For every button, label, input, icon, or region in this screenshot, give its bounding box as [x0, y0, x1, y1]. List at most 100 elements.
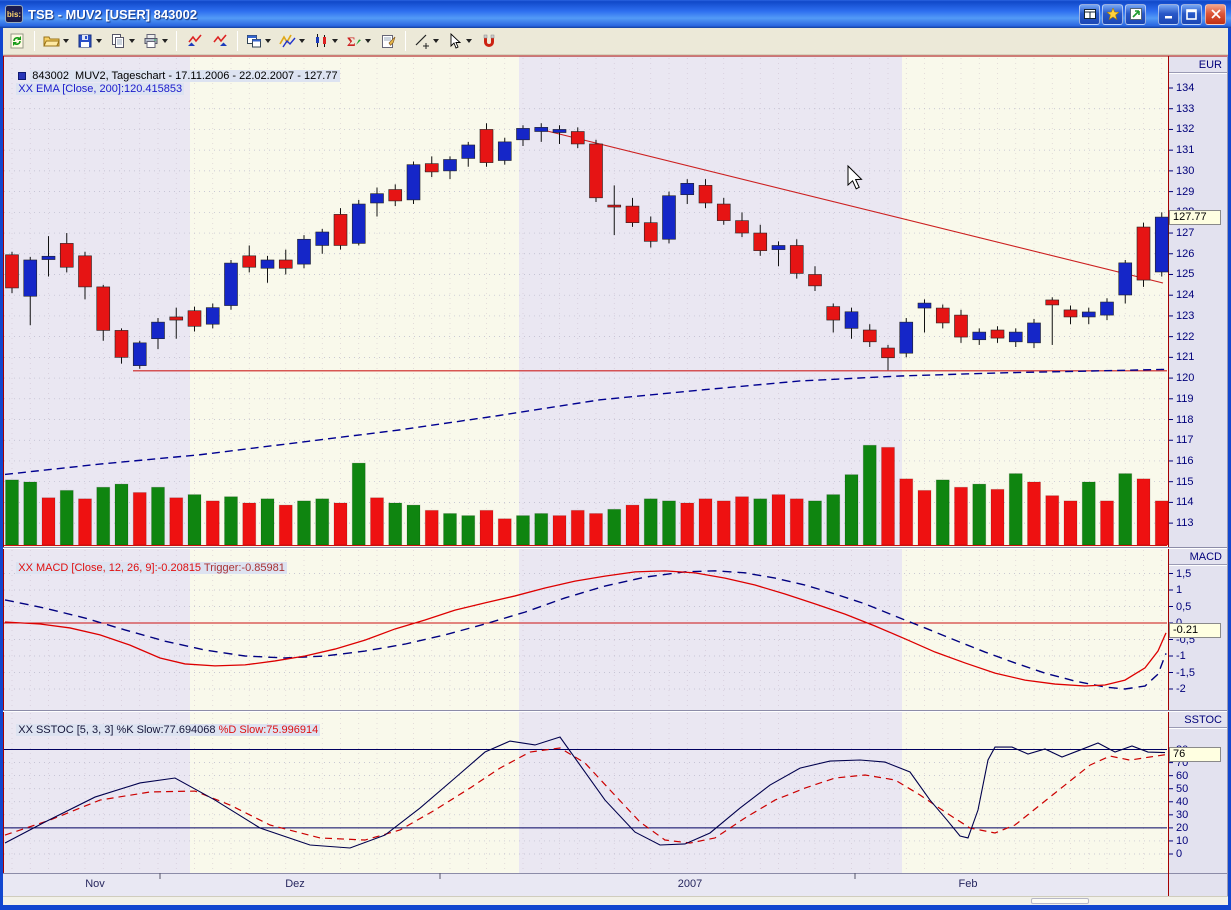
macd-axis-label: -1,5 — [1176, 666, 1195, 679]
price-axis-label: 123 — [1176, 309, 1195, 322]
chart-windows-button[interactable] — [243, 30, 274, 53]
favorite-star-icon — [1106, 8, 1119, 20]
external-chart-button[interactable] — [1125, 3, 1146, 25]
template-page-icon — [380, 33, 396, 49]
macd-axis-label: -2 — [1176, 683, 1186, 695]
draw-candles-icon — [313, 33, 329, 49]
open-button[interactable] — [40, 30, 72, 53]
dropdown-caret — [299, 39, 305, 43]
price-axis-label: 133 — [1176, 102, 1195, 115]
scrollbar-thumb[interactable] — [1031, 898, 1089, 904]
macd-axis-label: 1,5 — [1176, 567, 1192, 580]
close-icon — [1210, 9, 1221, 19]
dropdown-caret — [365, 39, 371, 43]
draw-candles-button[interactable] — [310, 30, 341, 53]
maximize-icon — [1186, 8, 1197, 20]
cursor-tool-button[interactable] — [444, 30, 475, 53]
price-axis-title: EUR — [1169, 57, 1227, 73]
ema-indicator-label: XX EMA [Close, 200]:120.415853 — [16, 83, 185, 95]
dropdown-caret — [433, 39, 439, 43]
time-axis — [3, 873, 1168, 896]
sstoc-k-label: XX SSTOC [5, 3, 3] %K Slow:77.694068 — [18, 724, 216, 736]
window-layout-button[interactable] — [1079, 3, 1100, 25]
minimize-icon — [1164, 9, 1174, 19]
application-window: bis: TSB - MUV2 [USER] 843002 Σ 843002 M… — [0, 0, 1231, 910]
copy-button[interactable] — [107, 30, 138, 53]
svg-text:Σ: Σ — [347, 34, 356, 49]
titlebar[interactable]: bis: TSB - MUV2 [USER] 843002 — [0, 0, 1231, 28]
toolbar-separator — [237, 31, 238, 51]
price-axis-label: 117 — [1176, 434, 1194, 447]
save-disk-icon — [77, 33, 93, 49]
sigma-icon: Σ — [346, 33, 362, 49]
printer-icon — [143, 33, 159, 49]
month-band — [902, 711, 1168, 873]
refresh-button[interactable] — [5, 30, 29, 53]
price-axis-label: 131 — [1176, 144, 1195, 157]
time-axis-corner — [1169, 873, 1228, 896]
last-price-tag: 127.77 — [1169, 210, 1221, 225]
line-tool-button[interactable] — [411, 30, 442, 53]
dropdown-caret — [466, 39, 472, 43]
price-axis-label: 118 — [1176, 413, 1194, 426]
minimize-button[interactable] — [1158, 3, 1179, 25]
time-axis-label: Dez — [285, 878, 305, 890]
template-button[interactable] — [376, 30, 400, 53]
app-icon[interactable]: bis: — [5, 5, 23, 23]
month-band — [190, 56, 519, 546]
price-axis-label: 116 — [1176, 454, 1194, 467]
dropdown-caret — [129, 39, 135, 43]
time-axis-label: Nov — [85, 878, 105, 890]
month-band — [519, 56, 902, 546]
macd-trigger-label: Trigger:-0.85981 — [201, 562, 285, 574]
horizontal-scrollbar[interactable] — [3, 896, 1228, 905]
ema-label-row: XX EMA [Close, 200]:120.415853 — [4, 71, 185, 107]
prev-chart-button[interactable] — [182, 30, 206, 53]
print-button[interactable] — [140, 30, 171, 53]
favorite-button[interactable] — [1102, 3, 1123, 25]
price-axis-label: 122 — [1176, 330, 1195, 343]
magnet-button[interactable] — [477, 30, 501, 53]
macd-indicator-label: XX MACD [Close, 12, 26, 9]:-0.20815 — [18, 562, 202, 574]
month-band — [519, 711, 902, 873]
price-axis-label: 115 — [1176, 475, 1194, 488]
sstoc-axis-label: 0 — [1176, 848, 1183, 860]
price-axis-label: 132 — [1176, 123, 1195, 136]
next-chart-button[interactable] — [208, 30, 232, 53]
month-band — [3, 56, 190, 546]
open-folder-icon — [43, 33, 60, 49]
sstoc-d-label: %D Slow:75.996914 — [215, 724, 319, 736]
price-axis-label: 124 — [1176, 289, 1195, 302]
cursor-arrow-icon — [447, 33, 463, 49]
refresh-icon — [9, 33, 25, 49]
month-band — [902, 548, 1168, 710]
price-axis-label: 126 — [1176, 247, 1195, 260]
macd-axis-label: 0,5 — [1176, 600, 1192, 613]
macd-axis-title: MACD — [1169, 549, 1227, 565]
indicator-icon — [279, 33, 296, 49]
price-axis-label: 134 — [1176, 82, 1195, 94]
time-axis-label: 2007 — [677, 878, 703, 890]
next-chart-icon — [212, 33, 229, 49]
dropdown-caret — [265, 39, 271, 43]
price-axis-label: 114 — [1176, 496, 1194, 509]
external-chart-icon — [1129, 8, 1142, 20]
close-button[interactable] — [1205, 3, 1226, 25]
price-axis-label: 121 — [1176, 351, 1195, 364]
chart-area[interactable] — [3, 55, 1228, 896]
window-layout-icon — [1083, 9, 1096, 19]
sstoc-axis-label: 30 — [1176, 808, 1189, 821]
signal-sigma-button[interactable]: Σ — [343, 30, 374, 53]
save-button[interactable] — [74, 30, 105, 53]
price-axis-label: 113 — [1176, 517, 1194, 530]
indicator-button[interactable] — [276, 30, 308, 53]
chart-windows-icon — [246, 33, 262, 49]
macd-axis-label: -1 — [1176, 650, 1186, 662]
dropdown-caret — [162, 39, 168, 43]
month-band — [902, 56, 1168, 546]
maximize-button[interactable] — [1181, 3, 1202, 25]
toolbar-separator — [176, 31, 177, 51]
dropdown-caret — [63, 39, 69, 43]
prev-chart-icon — [186, 33, 203, 49]
window-title: TSB - MUV2 [USER] 843002 — [28, 6, 198, 22]
